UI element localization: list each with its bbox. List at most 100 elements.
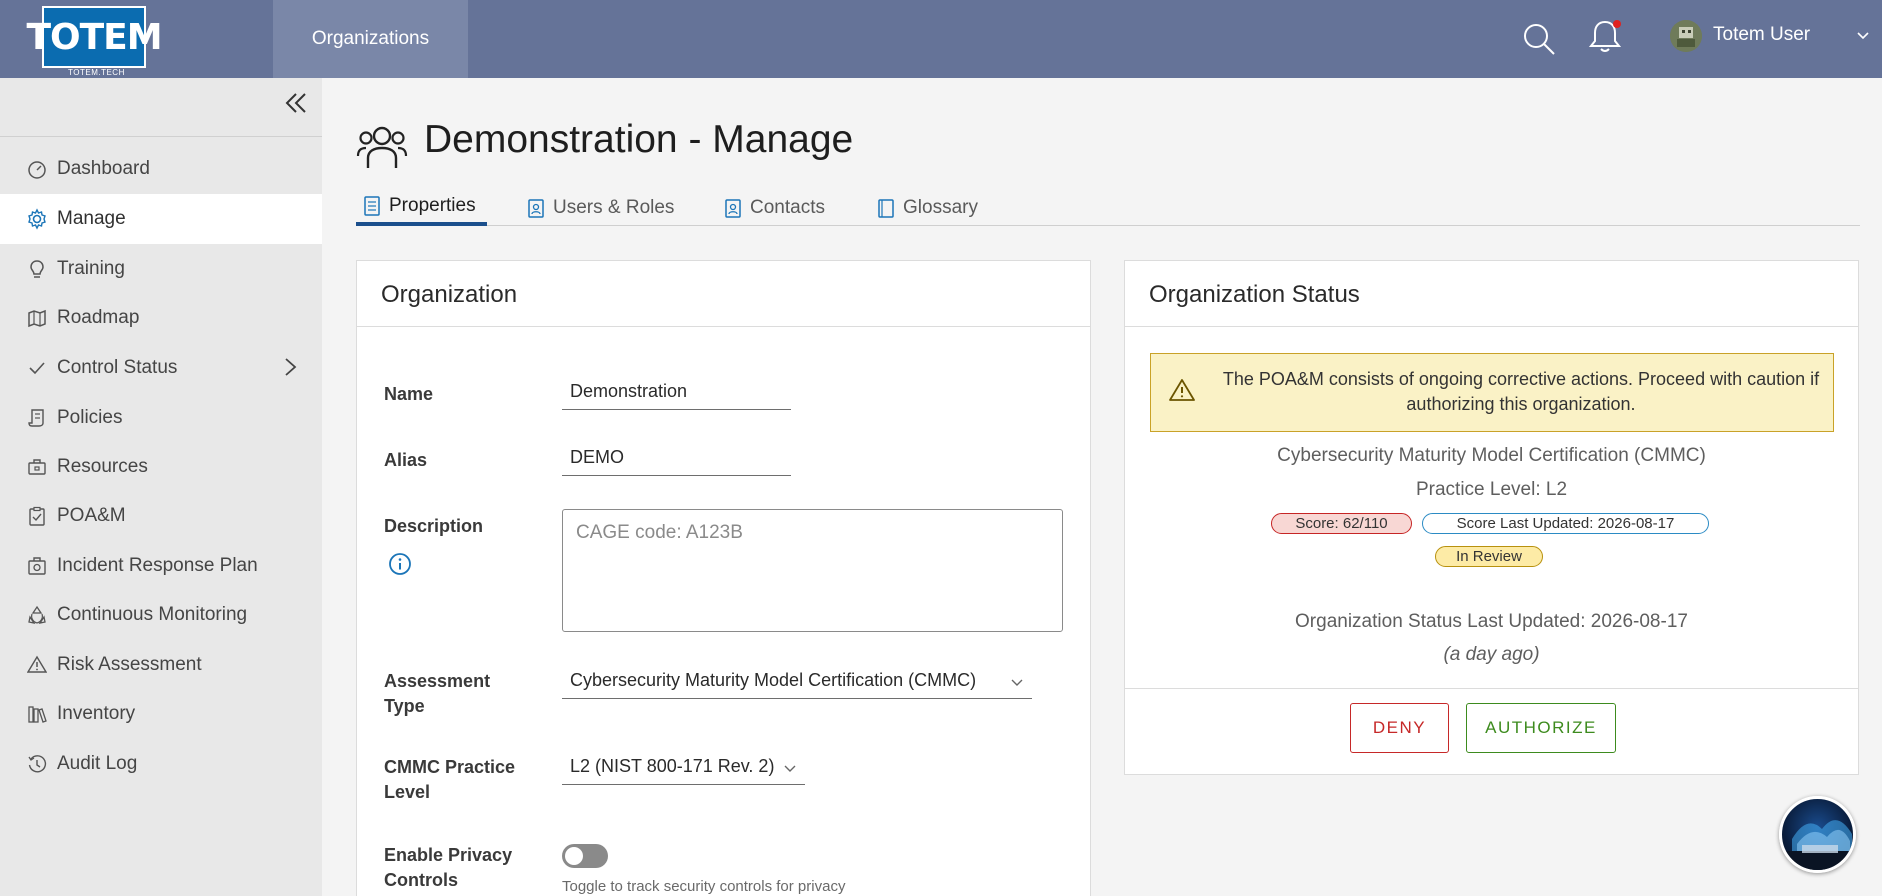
- sidebar-item-dashboard[interactable]: Dashboard: [0, 144, 322, 194]
- cmmc-level-label: CMMC Practice Level: [384, 757, 516, 802]
- recycle-icon: [26, 604, 48, 626]
- avatar[interactable]: [1670, 20, 1702, 52]
- organization-status-card: Organization Status The POA&M consists o…: [1124, 260, 1859, 775]
- sidebar-item-label: Inventory: [57, 703, 136, 724]
- alias-label: Alias: [384, 450, 428, 470]
- card-title: Organization Status: [1149, 281, 1360, 308]
- authorize-button[interactable]: AUTHORIZE: [1466, 703, 1616, 753]
- tab-properties[interactable]: Properties: [356, 190, 487, 226]
- assistant-avatar-button[interactable]: [1779, 796, 1856, 873]
- toggle-knob: [565, 847, 583, 865]
- tab-label: Contacts: [750, 197, 825, 218]
- practice-level: Practice Level: L2: [1415, 479, 1568, 500]
- gear-icon: [26, 208, 48, 230]
- search-icon[interactable]: [1522, 22, 1556, 56]
- score-updated-badge: Score Last Updated: 2026-08-17: [1422, 513, 1709, 534]
- status-updated-relative: (a day ago): [1443, 644, 1540, 665]
- sidebar-item-label: Incident Response Plan: [57, 555, 258, 576]
- assessment-type-value: Cybersecurity Maturity Model Certificati…: [570, 670, 977, 690]
- sidebar-item-label: Training: [57, 258, 125, 279]
- sidebar-item-audit-log[interactable]: Audit Log: [0, 739, 322, 789]
- alias-field[interactable]: DEMO: [562, 443, 791, 476]
- logo-text: TOTEM: [26, 6, 163, 68]
- sidebar-item-incident-response-plan[interactable]: Incident Response Plan: [0, 541, 322, 591]
- sidebar-item-label: Resources: [57, 456, 148, 477]
- warning-icon: [1169, 379, 1195, 401]
- assessment-type-select[interactable]: Cybersecurity Maturity Model Certificati…: [562, 666, 1032, 699]
- badge-icon: [528, 199, 544, 218]
- tab-contacts[interactable]: Contacts: [724, 190, 825, 226]
- lightbulb-icon: [26, 258, 48, 280]
- warning-alert: The POA&M consists of ongoing corrective…: [1150, 353, 1834, 432]
- first-aid-icon: [26, 555, 48, 577]
- sidebar-item-label: Policies: [57, 407, 123, 428]
- book-icon: [878, 199, 894, 218]
- map-icon: [26, 307, 48, 329]
- sidebar-item-label: Audit Log: [57, 753, 138, 774]
- cmmc-level-select[interactable]: L2 (NIST 800-171 Rev. 2): [562, 752, 805, 785]
- chevron-right-icon[interactable]: [280, 357, 300, 377]
- document-icon: [364, 196, 380, 216]
- name-label: Name: [384, 384, 434, 404]
- chevron-down-icon[interactable]: [1855, 28, 1871, 44]
- sidebar-item-roadmap[interactable]: Roadmap: [0, 293, 322, 343]
- page-title: Demonstration - Manage: [424, 118, 854, 161]
- check-icon: [26, 357, 48, 379]
- notification-dot: [1613, 20, 1621, 28]
- tab-glossary[interactable]: Glossary: [877, 190, 978, 226]
- people-group-icon: [356, 126, 408, 168]
- sidebar-item-policies[interactable]: Policies: [0, 393, 322, 443]
- score-badge: Score: 62/110: [1271, 513, 1412, 534]
- privacy-help-text: Toggle to track security controls for pr…: [562, 878, 846, 895]
- assessment-type-label: Assessment Type: [384, 671, 491, 716]
- nav-tab-organizations[interactable]: Organizations: [273, 0, 468, 78]
- dashboard-icon: [26, 158, 48, 180]
- deny-button[interactable]: DENY: [1350, 703, 1449, 753]
- privacy-controls-label: Enable Privacy Controls: [384, 845, 513, 890]
- sidebar-item-label: Continuous Monitoring: [57, 604, 248, 625]
- sidebar-item-label: Risk Assessment: [57, 654, 202, 675]
- info-icon[interactable]: [388, 552, 412, 576]
- sidebar-divider: [0, 136, 322, 137]
- books-icon: [26, 703, 48, 725]
- sidebar-item-continuous-monitoring[interactable]: Continuous Monitoring: [0, 590, 322, 640]
- totem-logo[interactable]: TOTEM TOTEM.TECH: [26, 6, 163, 77]
- sidebar-item-label: Manage: [57, 208, 126, 229]
- chevron-down-icon: [784, 765, 796, 772]
- sidebar-item-resources[interactable]: Resources: [0, 442, 322, 492]
- tab-label: Glossary: [903, 197, 978, 218]
- aurora-image: [1782, 820, 1853, 870]
- privacy-controls-toggle[interactable]: [562, 844, 608, 868]
- tab-label: Properties: [389, 195, 476, 216]
- sidebar-item-manage[interactable]: Manage: [0, 194, 322, 244]
- framework-name: Cybersecurity Maturity Model Certificati…: [1277, 445, 1706, 466]
- review-status-badge: In Review: [1435, 546, 1543, 567]
- organization-card: Organization Name Demonstration Alias DE…: [356, 260, 1091, 896]
- card-divider: [1125, 688, 1858, 689]
- top-header: TOTEM TOTEM.TECH Organizations Totem Use…: [0, 0, 1882, 78]
- contact-icon: [725, 199, 741, 218]
- sidebar-item-label: Control Status: [57, 357, 178, 378]
- description-label: Description: [384, 516, 484, 536]
- alert-message: The POA&M consists of ongoing corrective…: [1222, 369, 1820, 414]
- tab-bar: Properties Users & Roles Contacts Glossa…: [356, 188, 1860, 226]
- warning-icon: [26, 654, 48, 676]
- tab-users-roles[interactable]: Users & Roles: [527, 190, 674, 226]
- tab-label: Users & Roles: [553, 197, 675, 218]
- briefcase-icon: [26, 456, 48, 478]
- description-textarea[interactable]: CAGE code: A123B: [562, 509, 1063, 632]
- logo-subtext: TOTEM.TECH: [68, 68, 125, 77]
- card-title: Organization: [381, 281, 518, 308]
- sidebar-item-control-status[interactable]: Control Status: [0, 343, 322, 393]
- name-field[interactable]: Demonstration: [562, 377, 791, 410]
- sidebar-item-poam[interactable]: POA&M: [0, 491, 322, 541]
- sidebar-item-inventory[interactable]: Inventory: [0, 689, 322, 739]
- card-divider: [1125, 326, 1858, 327]
- sidebar-item-label: POA&M: [57, 505, 126, 526]
- cmmc-level-value: L2 (NIST 800-171 Rev. 2): [570, 756, 775, 776]
- scroll-icon: [26, 407, 48, 429]
- user-name[interactable]: Totem User: [1713, 24, 1810, 46]
- sidebar-item-risk-assessment[interactable]: Risk Assessment: [0, 640, 322, 690]
- collapse-sidebar-icon[interactable]: [282, 90, 310, 116]
- sidebar-item-training[interactable]: Training: [0, 244, 322, 294]
